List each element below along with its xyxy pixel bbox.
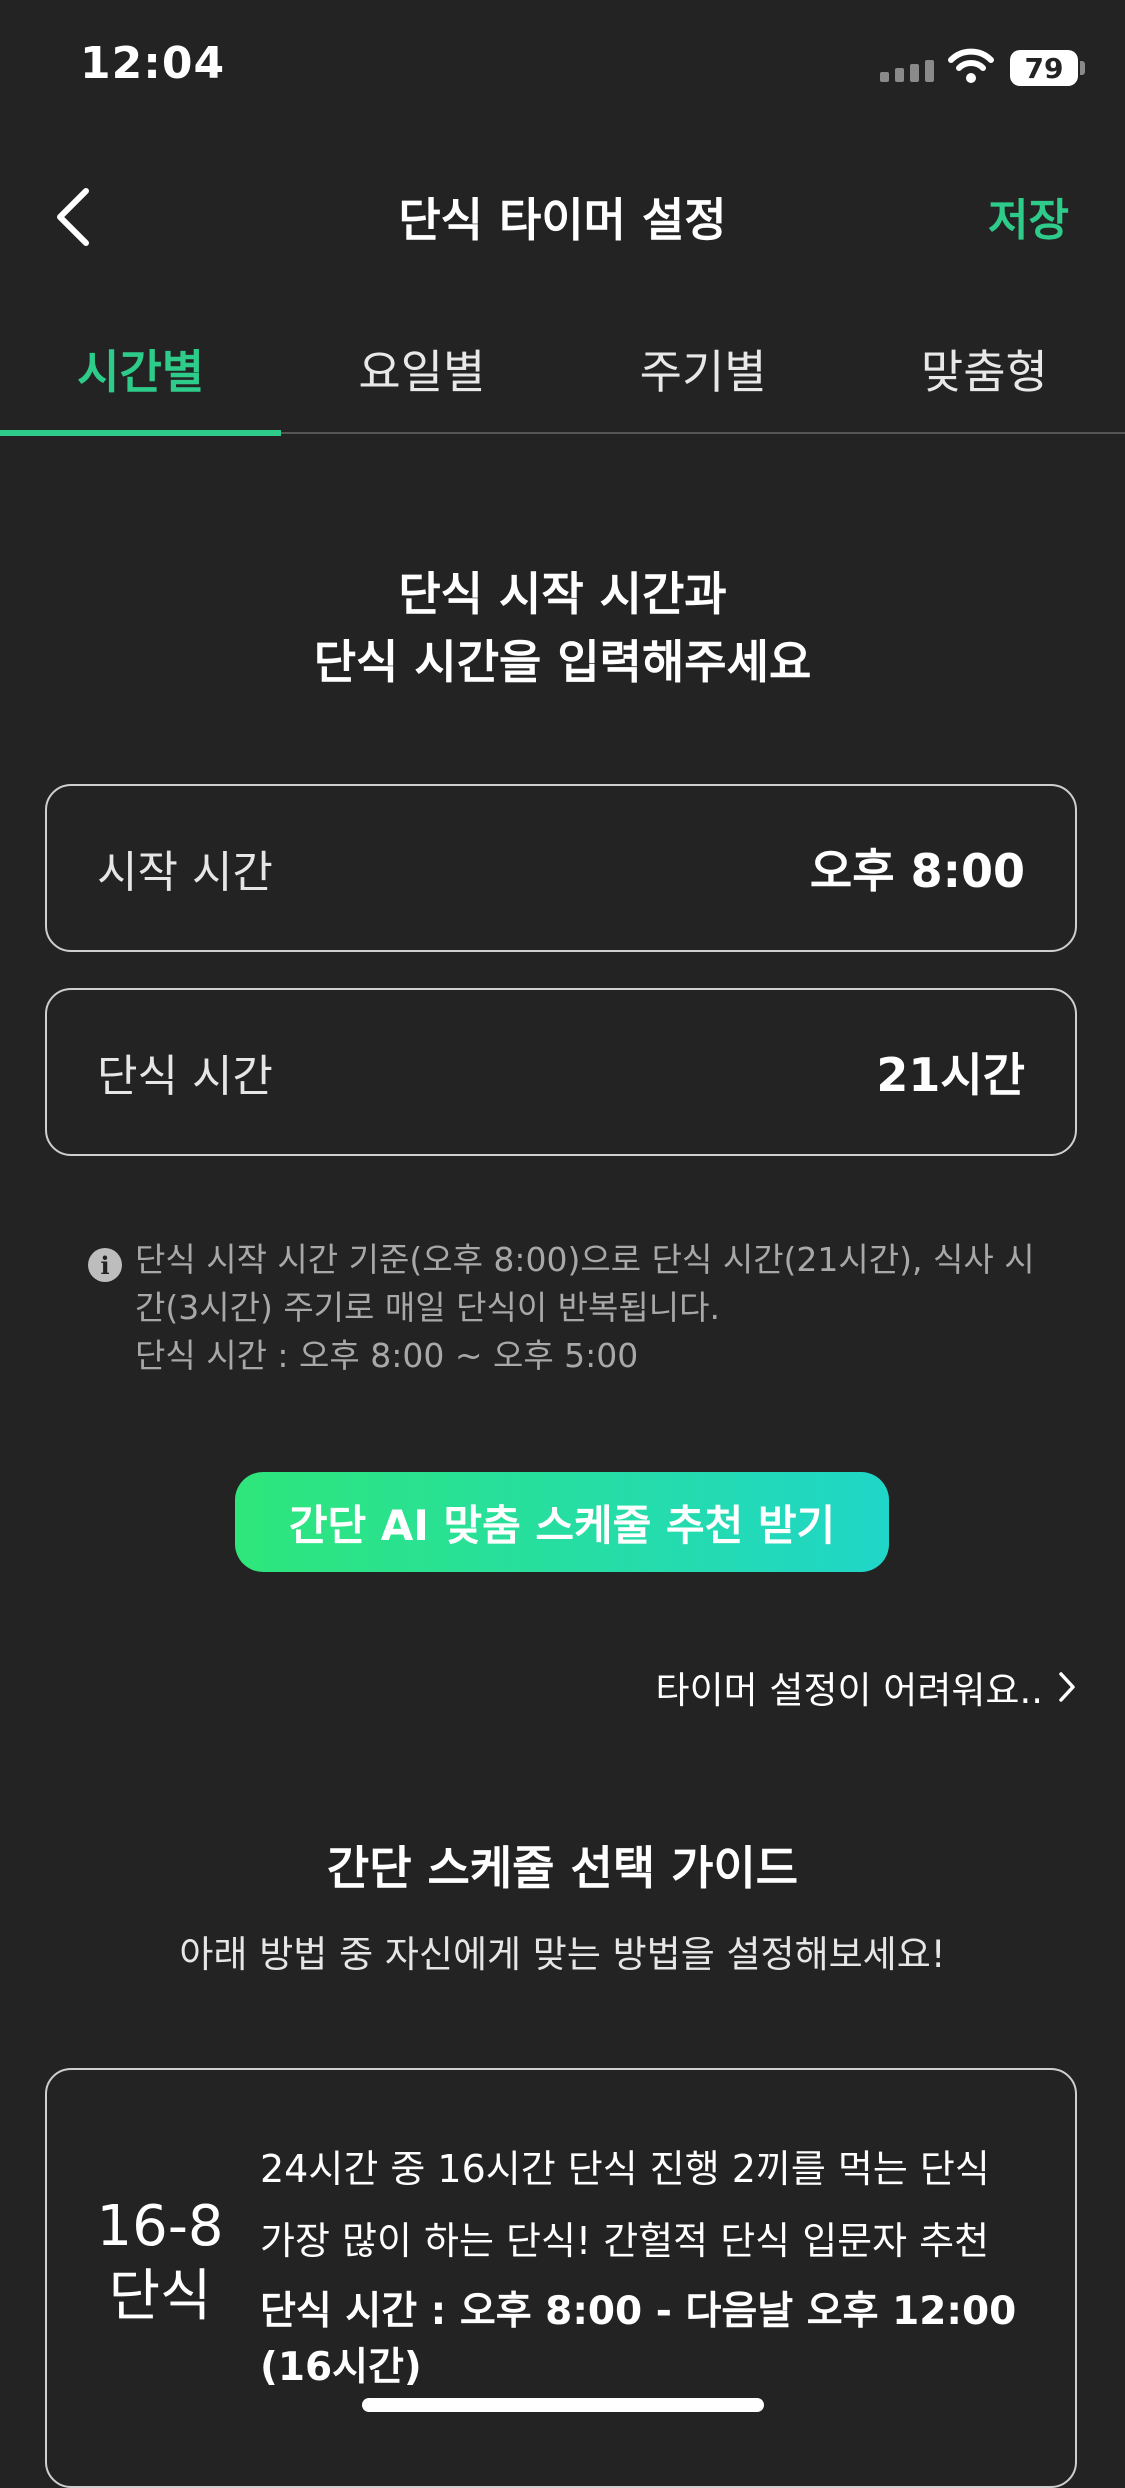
schedule-card-label-line-1: 16-8 (96, 2194, 224, 2259)
tab-by-time[interactable]: 시간별 (0, 330, 281, 438)
schedule-card-description-2: 가장 많이 하는 단식! 간헐적 단식 입문자 추천 (260, 2219, 990, 2263)
instruction-line-2: 단식 시간을 입력해주세요 (313, 635, 812, 689)
guide-title: 간단 스케줄 선택 가이드 (326, 1841, 799, 1895)
schedule-card-label-line-2: 단식 (108, 2264, 212, 2329)
instruction-heading: 단식 시작 시간과 단식 시간을 입력해주세요 (0, 560, 1125, 696)
cellular-signal-icon (880, 60, 934, 82)
fast-duration-value: 21시간 (876, 1048, 1025, 1102)
guide-subtitle: 아래 방법 중 자신에게 맞는 방법을 설정해보세요! (179, 1933, 946, 1976)
page-title: 단식 타이머 설정 (398, 193, 727, 247)
fast-duration-label: 단식 시간 (97, 1051, 273, 1102)
status-time: 12:04 (80, 38, 226, 89)
info-text: 단식 시작 시간 기준(오후 8:00)으로 단식 시간(21시간), 식사 시… (135, 1236, 1035, 1380)
instruction-line-1: 단식 시작 시간과 (398, 567, 727, 621)
tab-custom[interactable]: 맞춤형 (844, 330, 1125, 438)
info-line-3: 단식 시간 : 오후 8:00 ~ 오후 5:00 (135, 1336, 639, 1375)
tab-active-indicator (0, 430, 281, 436)
home-indicator (362, 2398, 764, 2412)
start-time-field[interactable]: 시작 시간 오후 8:00 (45, 784, 1077, 952)
timer-help-link[interactable]: 타이머 설정이 어려워요.. (656, 1660, 1077, 1714)
chevron-right-icon (1059, 1672, 1075, 1702)
battery-icon: 79 (1010, 50, 1078, 86)
info-line-2: 간(3시간) 주기로 매일 단식이 반복됩니다. (135, 1288, 720, 1327)
fast-duration-field[interactable]: 단식 시간 21시간 (45, 988, 1077, 1156)
ai-schedule-button[interactable]: 간단 AI 맞춤 스케줄 추천 받기 (235, 1472, 889, 1572)
info-icon: i (88, 1248, 122, 1282)
tab-by-cycle[interactable]: 주기별 (563, 330, 844, 438)
tab-by-weekday[interactable]: 요일별 (281, 330, 562, 438)
battery-tip (1080, 61, 1085, 75)
save-button[interactable]: 저장 (988, 184, 1069, 248)
start-time-label: 시작 시간 (97, 847, 273, 898)
wifi-icon (948, 48, 994, 83)
schedule-card-label: 16-8 단식 (92, 2192, 228, 2332)
start-time-value: 오후 8:00 (809, 844, 1025, 898)
schedule-card-fasting-time: 단식 시간 : 오후 8:00 - 다음날 오후 12:00 (16시간) (260, 2289, 1017, 2390)
timer-help-label: 타이머 설정이 어려워요.. (655, 1669, 1043, 1712)
tab-bar: 시간별 요일별 주기별 맞춤형 (0, 330, 1125, 438)
schedule-card-description-1: 24시간 중 16시간 단식 진행 2끼를 먹는 단식 (260, 2147, 990, 2191)
info-line-1: 단식 시작 시간 기준(오후 8:00)으로 단식 시간(21시간), 식사 시 (135, 1240, 1035, 1279)
